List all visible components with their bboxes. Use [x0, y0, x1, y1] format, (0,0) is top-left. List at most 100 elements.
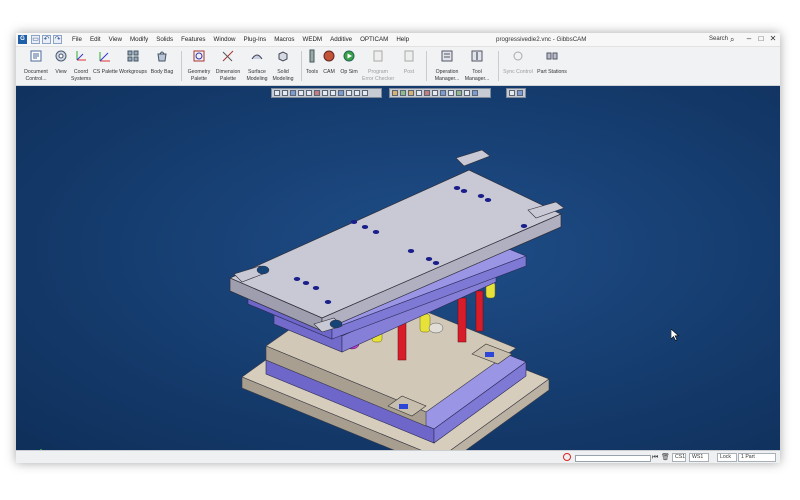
cs-field[interactable]: CS1: [672, 453, 686, 462]
menu-edit[interactable]: Edit: [86, 35, 105, 44]
body-bag-icon: [157, 51, 167, 62]
ribbon-separator: [498, 51, 499, 81]
app-logo-icon[interactable]: G: [18, 35, 27, 44]
error-checker-label2: Error Checker: [362, 76, 395, 82]
menu-file[interactable]: File: [68, 35, 86, 44]
post-icon: [404, 50, 414, 62]
tool-manager-icon: [471, 50, 483, 62]
trash-icon[interactable]: 🗑: [661, 453, 670, 462]
rewind-icon[interactable]: ⏮: [652, 453, 658, 462]
coord-systems-label: Coord: [73, 69, 89, 75]
surface-modeling-label: Surface: [248, 69, 266, 75]
coord-systems-label2: Systems: [71, 76, 91, 82]
cs-palette-icon: [99, 52, 110, 62]
view-label: View: [55, 69, 67, 75]
workgroups-icon: [127, 50, 139, 62]
post-button[interactable]: Post: [402, 49, 416, 75]
surface-modeling-icon: [251, 54, 263, 60]
search-icon[interactable]: ⌕: [730, 35, 734, 44]
qa-redo-icon[interactable]: ↷: [53, 35, 62, 44]
cs-palette-label: CS Palette: [93, 69, 118, 75]
coord-systems-button[interactable]: Coord Systems: [71, 49, 91, 82]
menu-bar: File Edit View Modify Solids Features Wi…: [68, 35, 413, 44]
part-count-field[interactable]: 1 Part: [738, 453, 776, 462]
dimension-palette-label2: Palette: [219, 76, 237, 82]
ribbon-separator: [426, 51, 427, 81]
tool-manager-button[interactable]: Tool Manager...: [463, 49, 491, 82]
body-bag-label: Body Bag: [150, 69, 174, 75]
solid-modeling-label: Solid: [277, 69, 289, 75]
close-button[interactable]: ✕: [768, 34, 778, 44]
sync-control-button[interactable]: Sync Control: [502, 49, 534, 75]
document-control-icon: [30, 50, 42, 62]
dimension-palette-button[interactable]: Dimension Palette: [214, 49, 242, 82]
view-gear-icon: [55, 50, 67, 62]
program-error-checker-button[interactable]: Program Error Checker: [362, 49, 394, 82]
op-sim-icon: [343, 50, 355, 62]
op-sim-label: Op Sim: [340, 69, 358, 75]
menu-opticam[interactable]: OPTICAM: [356, 35, 392, 44]
workgroups-button[interactable]: Workgroups: [119, 49, 147, 75]
lock-field[interactable]: Lock: [717, 453, 737, 462]
tools-icon: [309, 49, 315, 63]
ws-field[interactable]: WS1: [689, 453, 709, 462]
ribbon-separator: [181, 51, 182, 81]
solid-modeling-button[interactable]: Solid Modeling: [271, 49, 295, 82]
restore-button[interactable]: □: [756, 34, 766, 44]
menu-view[interactable]: View: [105, 35, 126, 44]
stop-icon[interactable]: [563, 453, 571, 461]
menu-solids[interactable]: Solids: [152, 35, 177, 44]
progress-bar: [575, 455, 651, 462]
sync-control-label: Sync Control: [503, 69, 533, 75]
menu-plugins[interactable]: Plug-Ins: [240, 35, 271, 44]
tool-manager-label: Tool: [472, 69, 482, 75]
minimize-button[interactable]: –: [744, 34, 754, 44]
geometry-palette-label2: Palette: [190, 76, 208, 82]
menu-window[interactable]: Window: [209, 35, 239, 44]
search-label[interactable]: Search: [709, 35, 728, 44]
tools-label: Tools: [305, 69, 319, 75]
menu-modify[interactable]: Modify: [126, 35, 152, 44]
op-sim-button[interactable]: Op Sim: [340, 49, 358, 75]
window-title: progressivedie2.vnc - GibbsCAM: [496, 36, 587, 43]
dimension-palette-icon: [222, 50, 234, 62]
dimension-palette-label: Dimension: [215, 69, 241, 75]
qa-undo-icon[interactable]: ↶: [42, 35, 51, 44]
menu-additive[interactable]: Additive: [326, 35, 356, 44]
geometry-palette-button[interactable]: Geometry Palette: [186, 49, 212, 82]
operation-manager-button[interactable]: Operation Manager...: [432, 49, 462, 82]
view-button[interactable]: View: [54, 49, 68, 75]
operation-manager-icon: [441, 50, 453, 62]
ribbon-toolbar: Document Control... View Coord Systems C…: [16, 47, 780, 94]
cam-icon: [323, 50, 335, 62]
3d-viewport[interactable]: [16, 86, 780, 450]
cam-label: CAM: [323, 69, 335, 75]
ribbon-separator: [301, 51, 302, 81]
progressive-die-model[interactable]: [16, 86, 780, 450]
surface-modeling-button[interactable]: Surface Modeling: [245, 49, 269, 82]
menu-features[interactable]: Features: [177, 35, 209, 44]
sync-control-icon: [513, 51, 523, 61]
part-stations-button[interactable]: Part Stations: [536, 49, 568, 75]
tool-manager-label2: Manager...: [464, 76, 490, 82]
document-control-label: Document: [24, 69, 48, 75]
solid-modeling-icon: [278, 51, 288, 62]
mouse-pointer-icon: [671, 329, 679, 341]
gibbscam-window: G ▭ ↶ ↷ File Edit View Modify Solids Fea…: [16, 33, 780, 463]
menu-help[interactable]: Help: [392, 35, 413, 44]
status-bar: ⏮ 🗑 CS1 WS1 Lock 1 Part: [16, 450, 780, 463]
title-bar: G ▭ ↶ ↷ File Edit View Modify Solids Fea…: [16, 33, 780, 47]
menu-macros[interactable]: Macros: [270, 35, 298, 44]
menu-wedm[interactable]: WEDM: [299, 35, 327, 44]
document-control-button[interactable]: Document Control...: [22, 49, 50, 82]
error-checker-label: Program: [368, 69, 388, 75]
cam-button[interactable]: CAM: [322, 49, 336, 75]
post-label: Post: [403, 69, 415, 75]
geometry-palette-icon: [193, 50, 205, 62]
qa-save-icon[interactable]: ▭: [31, 35, 40, 44]
operation-manager-label2: Manager...: [434, 76, 460, 82]
geometry-palette-label: Geometry: [187, 69, 211, 75]
cs-palette-button[interactable]: CS Palette: [93, 49, 118, 75]
body-bag-button[interactable]: Body Bag: [150, 49, 174, 75]
tools-button[interactable]: Tools: [305, 49, 319, 75]
